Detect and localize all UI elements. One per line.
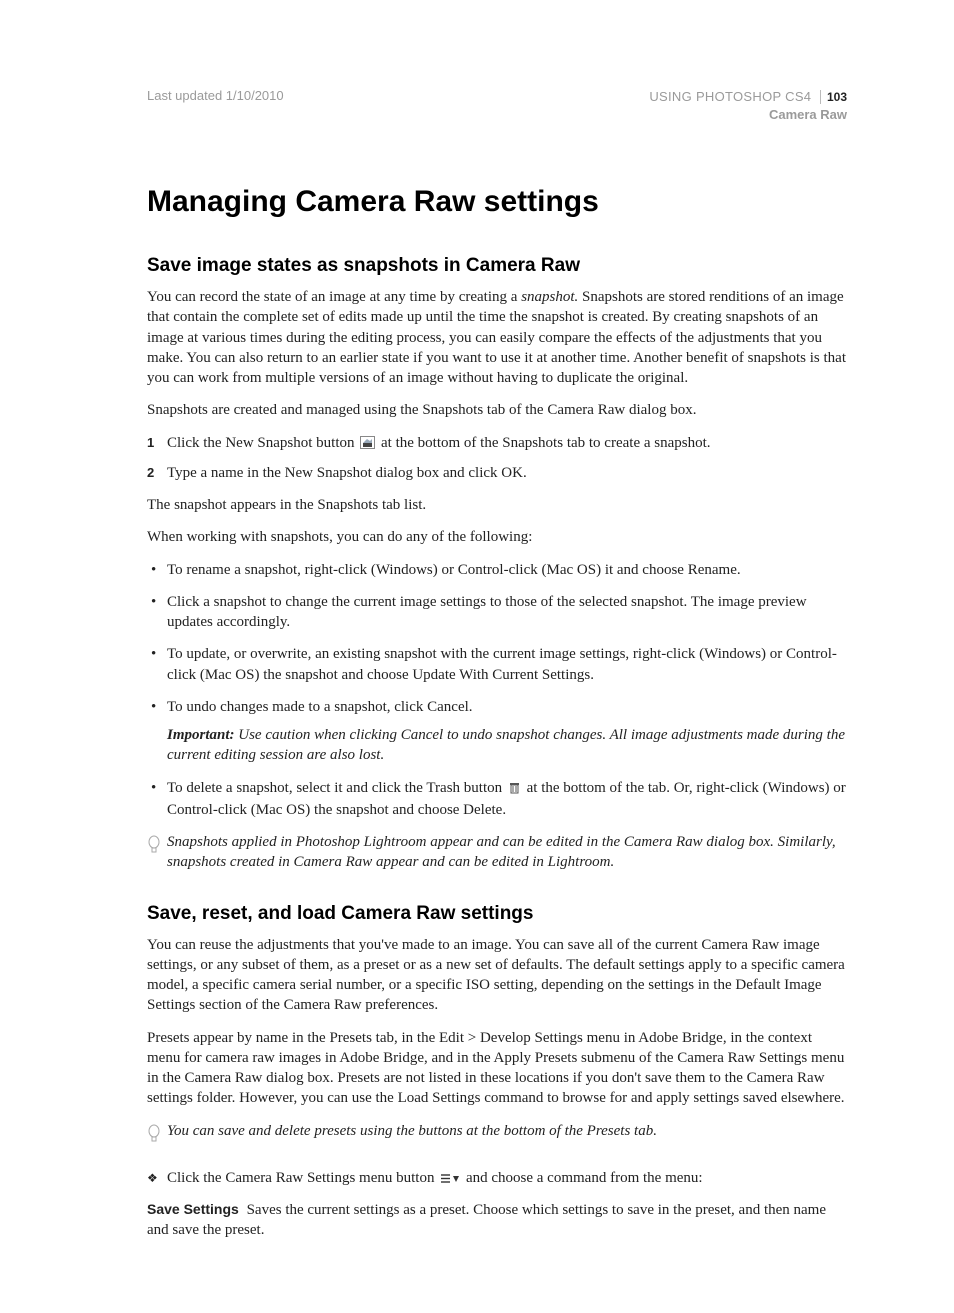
page-title: Managing Camera Raw settings xyxy=(147,185,847,219)
paragraph: You can record the state of an image at … xyxy=(147,287,847,388)
paragraph: Presets appear by name in the Presets ta… xyxy=(147,1028,847,1109)
list-item: To delete a snapshot, select it and clic… xyxy=(167,778,847,821)
section-heading-save-load: Save, reset, and load Camera Raw setting… xyxy=(147,903,847,925)
header-section: Camera Raw xyxy=(769,107,847,122)
tip-bulb-icon xyxy=(147,832,163,861)
doc-title: USING PHOTOSHOP CS4 xyxy=(649,89,811,104)
paragraph: When working with snapshots, you can do … xyxy=(147,527,847,547)
page-number: 103 xyxy=(820,90,847,104)
trash-icon xyxy=(508,780,521,800)
paragraph: Snapshots are created and managed using … xyxy=(147,400,847,420)
running-header: Last updated 1/10/2010 USING PHOTOSHOP C… xyxy=(147,88,847,123)
tip-bulb-icon xyxy=(147,1121,163,1150)
paragraph: The snapshot appears in the Snapshots ta… xyxy=(147,495,847,515)
list-item: To update, or overwrite, an existing sna… xyxy=(167,644,847,685)
settings-menu-icon xyxy=(440,1170,460,1190)
important-note: Important: Use caution when clicking Can… xyxy=(167,725,847,766)
tip-note: You can save and delete presets using th… xyxy=(147,1121,847,1150)
list-item: To undo changes made to a snapshot, clic… xyxy=(167,697,847,766)
section-heading-snapshots: Save image states as snapshots in Camera… xyxy=(147,255,847,277)
definition-term: Save Settings xyxy=(147,1201,239,1217)
action-step: ❖ Click the Camera Raw Settings menu but… xyxy=(147,1168,847,1190)
list-item: 1 Click the New Snapshot button at the b… xyxy=(147,433,847,455)
page: Last updated 1/10/2010 USING PHOTOSHOP C… xyxy=(0,0,954,1313)
paragraph: You can reuse the adjustments that you'v… xyxy=(147,935,847,1016)
new-snapshot-icon xyxy=(360,435,375,455)
list-item: Click a snapshot to change the current i… xyxy=(167,592,847,633)
ordered-steps: 1 Click the New Snapshot button at the b… xyxy=(147,433,847,484)
list-item: To rename a snapshot, right-click (Windo… xyxy=(167,560,847,580)
diamond-bullet-icon: ❖ xyxy=(147,1168,167,1190)
list-item: 2 Type a name in the New Snapshot dialog… xyxy=(147,463,847,483)
last-updated: Last updated 1/10/2010 xyxy=(147,88,284,103)
bullet-list: To rename a snapshot, right-click (Windo… xyxy=(147,560,847,821)
tip-note: Snapshots applied in Photoshop Lightroom… xyxy=(147,832,847,873)
